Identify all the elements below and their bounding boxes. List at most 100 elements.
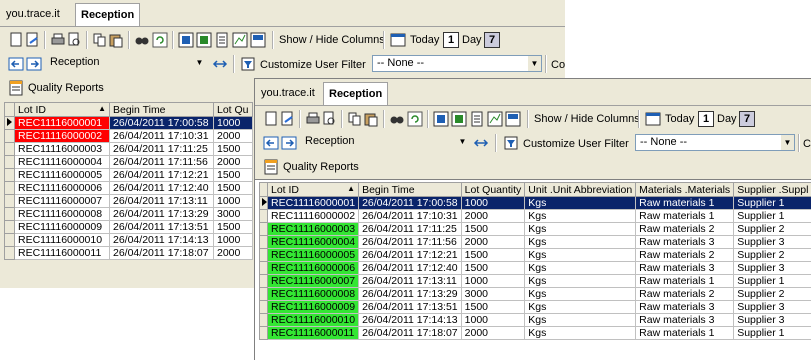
chevron-down-icon[interactable]: ▼ — [193, 55, 206, 70]
row-indicator[interactable] — [259, 261, 268, 275]
row-indicator[interactable] — [259, 326, 268, 340]
table-row[interactable]: REC11116000004 26/04/2011 17:11:56 2000 Kgs… — [259, 235, 811, 249]
table-row[interactable]: REC11116000009 26/04/2011 17:13:51 1500 Kgs… — [259, 300, 811, 314]
copy-icon[interactable] — [347, 111, 363, 127]
row-indicator[interactable] — [4, 207, 15, 221]
filter-icon[interactable] — [240, 56, 256, 72]
row-indicator[interactable] — [4, 233, 15, 247]
begin-time-cell[interactable]: 26/04/2011 17:11:56 — [109, 155, 214, 169]
material-cell[interactable]: Raw materials 1 — [635, 274, 735, 288]
chevron-down-icon[interactable]: ▼ — [456, 134, 469, 149]
material-cell[interactable]: Raw materials 3 — [635, 261, 735, 275]
row-indicator[interactable] — [4, 116, 15, 130]
supplier-cell[interactable]: Supplier 3 — [733, 300, 811, 314]
material-cell[interactable]: Raw materials 3 — [635, 235, 735, 249]
lot-quantity-cell[interactable]: 2000 — [460, 209, 526, 223]
lot-quantity-cell[interactable]: 1000 — [460, 196, 526, 210]
lot-id-cell[interactable]: REC11116000006 — [14, 181, 110, 195]
lot-id-cell[interactable]: REC11116000002 — [14, 129, 110, 143]
table-row[interactable]: REC11116000002 26/04/2011 17:10:31 2000 Kgs… — [259, 209, 811, 223]
lot-id-cell[interactable]: REC11116000010 — [266, 313, 360, 327]
supplier-cell[interactable]: Supplier 3 — [733, 313, 811, 327]
table-row[interactable]: REC11116000010 26/04/2011 17:14:13 1000 — [4, 233, 253, 247]
open-icon[interactable] — [24, 32, 40, 48]
back-icon[interactable] — [263, 135, 279, 151]
customize-filter-label[interactable]: Customize User Filter — [260, 59, 366, 71]
row-indicator[interactable] — [259, 274, 268, 288]
row-indicator[interactable] — [4, 129, 15, 143]
swap-icon[interactable] — [473, 135, 489, 151]
print-icon[interactable] — [50, 32, 66, 48]
forward-icon[interactable] — [26, 56, 42, 72]
lot-quantity-cell[interactable]: 1500 — [460, 261, 526, 275]
unit-cell[interactable]: Kgs — [524, 274, 637, 288]
unit-cell[interactable]: Kgs — [524, 222, 637, 236]
entity-combo[interactable]: Reception ▼ — [301, 134, 469, 151]
begin-time-cell[interactable]: 26/04/2011 17:10:31 — [358, 209, 462, 223]
find-icon[interactable] — [389, 111, 405, 127]
today-button[interactable]: Today — [410, 34, 439, 46]
column-header[interactable]: Lot Quantity — [460, 182, 526, 197]
begin-time-cell[interactable]: 26/04/2011 17:00:58 — [358, 196, 462, 210]
calendar-today-icon[interactable] — [390, 32, 406, 48]
lot-id-cell[interactable]: REC11116000005 — [14, 168, 110, 182]
begin-time-cell[interactable]: 26/04/2011 17:11:25 — [109, 142, 214, 156]
begin-time-cell[interactable]: 26/04/2011 17:13:51 — [109, 220, 214, 234]
lot-quantity-cell[interactable]: 1000 — [460, 313, 526, 327]
material-cell[interactable]: Raw materials 3 — [635, 313, 735, 327]
lot-quantity-cell[interactable]: 3000 — [460, 287, 526, 301]
row-indicator[interactable] — [4, 142, 15, 156]
row-indicator[interactable] — [259, 235, 268, 249]
copy-icon[interactable] — [92, 32, 108, 48]
supplier-cell[interactable]: Supplier 1 — [733, 274, 811, 288]
day-button[interactable]: Day — [717, 113, 737, 125]
day-button[interactable]: Day — [462, 34, 482, 46]
supplier-cell[interactable]: Supplier 3 — [733, 261, 811, 275]
material-cell[interactable]: Raw materials 1 — [635, 326, 735, 340]
week-icon[interactable]: 7 — [484, 32, 500, 48]
day-icon[interactable]: 1 — [698, 111, 714, 127]
layout-icon[interactable] — [250, 32, 266, 48]
row-indicator[interactable] — [4, 181, 15, 195]
lot-id-cell[interactable]: REC11116000009 — [14, 220, 110, 234]
preview-icon[interactable] — [321, 111, 337, 127]
table-row[interactable]: REC11116000004 26/04/2011 17:11:56 2000 — [4, 155, 253, 169]
show-hide-columns-button[interactable]: Show / Hide Columns — [534, 113, 640, 125]
quality-reports-button[interactable]: Quality Reports — [4, 79, 104, 97]
row-indicator[interactable] — [259, 196, 268, 210]
begin-time-cell[interactable]: 26/04/2011 17:11:25 — [358, 222, 462, 236]
lot-id-cell[interactable]: REC11116000001 — [266, 196, 360, 210]
column-header[interactable]: Lot Qu — [213, 102, 253, 117]
user-filter-combo[interactable]: -- None -- ▼ — [372, 55, 542, 72]
unit-cell[interactable]: Kgs — [524, 209, 637, 223]
table-row[interactable]: REC11116000003 26/04/2011 17:11:25 1500 — [4, 142, 253, 156]
table-row[interactable]: REC11116000003 26/04/2011 17:11:25 1500 Kgs… — [259, 222, 811, 236]
export-icon[interactable] — [196, 32, 212, 48]
lot-quantity-cell[interactable]: 1000 — [213, 233, 253, 247]
column-header[interactable]: Materials .Materials — [635, 182, 735, 197]
lot-quantity-cell[interactable]: 1500 — [213, 168, 253, 182]
quality-reports-button[interactable]: Quality Reports — [259, 158, 359, 176]
chevron-down-icon[interactable]: ▼ — [528, 56, 541, 71]
lot-quantity-cell[interactable]: 2000 — [213, 246, 253, 260]
unit-cell[interactable]: Kgs — [524, 326, 637, 340]
begin-time-cell[interactable]: 26/04/2011 17:13:11 — [109, 194, 214, 208]
lot-quantity-cell[interactable]: 1000 — [213, 116, 253, 130]
week-icon[interactable]: 7 — [739, 111, 755, 127]
unit-cell[interactable]: Kgs — [524, 235, 637, 249]
row-indicator[interactable] — [4, 155, 15, 169]
begin-time-cell[interactable]: 26/04/2011 17:12:21 — [109, 168, 214, 182]
lot-id-cell[interactable]: REC11116000004 — [266, 235, 360, 249]
table-row[interactable]: REC11116000007 26/04/2011 17:13:11 1000 — [4, 194, 253, 208]
refresh-icon[interactable] — [407, 111, 423, 127]
supplier-cell[interactable]: Supplier 2 — [733, 287, 811, 301]
forward-icon[interactable] — [281, 135, 297, 151]
lot-id-cell[interactable]: REC11116000007 — [266, 274, 360, 288]
lot-quantity-cell[interactable]: 1500 — [460, 300, 526, 314]
column-header[interactable]: Unit .Unit Abbreviation — [524, 182, 637, 197]
lot-quantity-cell[interactable]: 2000 — [460, 235, 526, 249]
begin-time-cell[interactable]: 26/04/2011 17:00:58 — [109, 116, 214, 130]
new-icon[interactable] — [263, 111, 279, 127]
row-indicator[interactable] — [259, 248, 268, 262]
new-icon[interactable] — [8, 32, 24, 48]
